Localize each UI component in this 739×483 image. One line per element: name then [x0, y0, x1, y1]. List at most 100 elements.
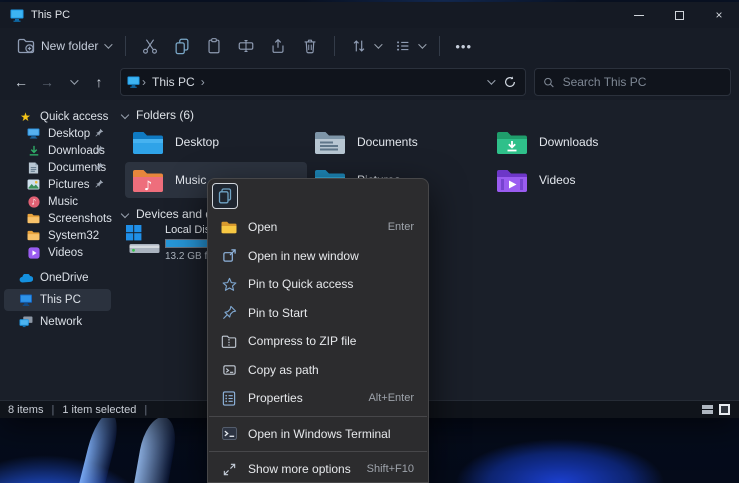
sort-button[interactable] — [343, 32, 387, 60]
pin-icon — [95, 145, 104, 157]
music-folder-icon: ♪ — [131, 166, 165, 194]
view-options-button[interactable] — [387, 32, 431, 60]
copy-command-button[interactable] — [212, 183, 238, 209]
terminal-icon — [220, 427, 238, 440]
breadcrumb-this-pc[interactable]: This PC — [152, 75, 195, 89]
context-menu: Open Enter Open in new window Pin to Qui… — [207, 178, 429, 483]
wallpaper-petal — [450, 423, 670, 483]
folder-tile-label: Downloads — [539, 135, 598, 149]
menu-item-show-more-options[interactable]: Show more options Shift+F10 — [208, 455, 428, 483]
maximize-icon — [675, 11, 684, 20]
folder-tile-documents[interactable]: Documents — [307, 124, 489, 160]
address-bar[interactable]: › This PC › — [120, 68, 526, 96]
menu-item-properties[interactable]: Properties Alt+Enter — [208, 384, 428, 413]
rename-button[interactable] — [230, 32, 262, 60]
sidebar-item-system32[interactable]: System32 — [4, 227, 111, 244]
copy-button[interactable] — [166, 32, 198, 60]
menu-item-label: Copy as path — [248, 363, 319, 377]
chevron-down-icon — [105, 40, 113, 48]
collapse-chevron-icon — [121, 210, 129, 218]
thumbnail-view-icon — [719, 404, 730, 415]
sidebar-item-videos[interactable]: Videos — [4, 244, 111, 261]
minimize-button[interactable] — [619, 2, 659, 28]
folder-tile-desktop[interactable]: Desktop — [125, 124, 307, 160]
local-disk-icon — [125, 224, 161, 256]
folder-tile-videos[interactable]: Videos — [489, 162, 671, 198]
new-folder-button[interactable]: New folder — [10, 33, 117, 59]
menu-item-shortcut: Shift+F10 — [367, 463, 414, 475]
menu-item-label: Show more options — [248, 462, 351, 476]
breadcrumb-chevron: › — [201, 75, 205, 89]
this-pc-icon — [127, 76, 140, 88]
sidebar-item-label: Videos — [48, 247, 83, 259]
view-options-icon — [394, 37, 412, 55]
sidebar-item-desktop[interactable]: Desktop — [4, 125, 111, 142]
menu-item-shortcut: Alt+Enter — [368, 392, 414, 404]
menu-item-pin-quick-access[interactable]: Pin to Quick access — [208, 270, 428, 299]
copy-icon — [173, 37, 191, 55]
pin-quick-access-star-icon — [220, 277, 238, 292]
menu-item-copy-as-path[interactable]: Copy as path — [208, 356, 428, 385]
desktop-folder-icon — [131, 128, 165, 156]
folder-tile-label: Desktop — [175, 135, 219, 149]
cut-button[interactable] — [134, 32, 166, 60]
sidebar-item-pictures[interactable]: Pictures — [4, 176, 111, 193]
up-button[interactable]: ↑ — [86, 69, 112, 95]
close-button[interactable]: × — [699, 2, 739, 28]
menu-item-label: Open — [248, 220, 277, 234]
thispc-icon — [18, 294, 33, 306]
music-icon: ♪ — [26, 196, 41, 208]
minimize-icon — [634, 15, 644, 16]
search-box[interactable] — [534, 68, 731, 96]
menu-item-label: Pin to Start — [248, 306, 307, 320]
paste-button[interactable] — [198, 32, 230, 60]
sidebar-item-label: Network — [40, 316, 82, 328]
maximize-button[interactable] — [659, 2, 699, 28]
zip-folder-icon — [220, 335, 238, 348]
sidebar-item-music[interactable]: ♪ Music — [4, 193, 111, 210]
share-button[interactable] — [262, 32, 294, 60]
toolbar-divider — [125, 36, 126, 56]
menu-item-label: Properties — [248, 391, 303, 405]
search-input[interactable] — [563, 75, 722, 89]
sidebar-item-quick-access[interactable]: ★ Quick access — [4, 108, 111, 125]
copy-path-icon — [220, 362, 238, 377]
menu-item-open-windows-terminal[interactable]: Open in Windows Terminal — [208, 420, 428, 449]
menu-item-open-new-window[interactable]: Open in new window — [208, 242, 428, 271]
refresh-icon[interactable] — [503, 75, 517, 89]
folders-section-header[interactable]: Folders (6) — [122, 108, 194, 122]
cut-icon — [141, 37, 159, 55]
sidebar-item-this-pc[interactable]: This PC — [4, 289, 111, 311]
recent-locations-button[interactable] — [60, 69, 86, 95]
up-icon: ↑ — [96, 74, 103, 90]
thumbnail-view-button[interactable] — [718, 403, 731, 416]
sidebar-item-label: Screenshots — [48, 213, 112, 225]
sort-icon — [350, 37, 368, 55]
sidebar-item-network[interactable]: Network — [4, 311, 111, 333]
menu-item-compress-zip[interactable]: Compress to ZIP file — [208, 327, 428, 356]
sidebar-item-screenshots[interactable]: Screenshots — [4, 210, 111, 227]
items-count: 8 items — [8, 404, 43, 416]
show-more-options-icon — [220, 462, 238, 477]
toolbar-divider — [439, 36, 440, 56]
menu-item-open[interactable]: Open Enter — [208, 213, 428, 242]
delete-button[interactable] — [294, 32, 326, 60]
menu-item-pin-to-start[interactable]: Pin to Start — [208, 299, 428, 328]
chevron-down-icon — [419, 40, 427, 48]
back-button[interactable]: ← — [8, 69, 34, 95]
details-view-button[interactable] — [701, 403, 714, 416]
search-icon — [543, 76, 555, 89]
forward-button[interactable]: → — [34, 69, 60, 95]
pin-icon — [95, 179, 104, 191]
sidebar-item-documents[interactable]: Documents — [4, 159, 111, 176]
folder-tile-downloads[interactable]: Downloads — [489, 124, 671, 160]
see-more-button[interactable]: ••• — [448, 34, 479, 59]
folder-tile-label: Music — [175, 173, 206, 187]
toolbar-divider — [334, 36, 335, 56]
sidebar-item-downloads[interactable]: Downloads — [4, 142, 111, 159]
sidebar-item-onedrive[interactable]: OneDrive — [4, 267, 111, 289]
address-dropdown-icon[interactable] — [487, 76, 495, 84]
command-toolbar: New folder — [0, 28, 739, 64]
context-menu-command-bar — [208, 179, 428, 213]
status-divider: | — [144, 404, 147, 416]
